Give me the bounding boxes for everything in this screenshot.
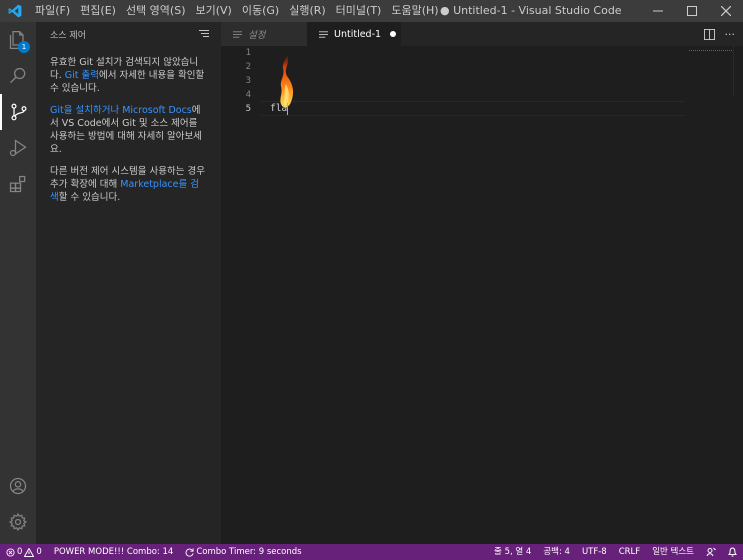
activity-bar: 1: [0, 22, 36, 544]
combo-timer-text: Combo Timer: 9 seconds: [196, 547, 302, 557]
explorer-button[interactable]: 1: [0, 22, 36, 58]
warning-count: 0: [36, 547, 42, 557]
window-controls: [641, 0, 743, 22]
menu-run[interactable]: 실행(R): [284, 0, 330, 22]
line-number-current: 5: [245, 104, 251, 114]
unsaved-dot-icon[interactable]: [390, 31, 397, 37]
settings-gear-icon: [8, 512, 28, 532]
sidebar-header: 소스 제어: [36, 22, 221, 46]
status-bar: 0 0 POWER MODE!!! Combo: 14 Combo Timer:…: [0, 544, 743, 560]
menu-file[interactable]: 파일(F): [30, 0, 75, 22]
maximize-icon: [687, 6, 697, 16]
menu-selection[interactable]: 선택 영역(S): [121, 0, 191, 22]
source-control-icon: [11, 103, 27, 121]
more-actions-ellipsis-icon[interactable]: ···: [725, 28, 736, 41]
search-button[interactable]: [0, 58, 36, 94]
account-icon: [9, 477, 27, 495]
menu-go[interactable]: 이동(G): [237, 0, 284, 22]
line-number: 3: [245, 76, 251, 86]
problems-status[interactable]: 0 0: [0, 544, 48, 560]
manage-button[interactable]: [0, 504, 36, 540]
tab-settings-label: 설정: [248, 30, 266, 41]
eol-status[interactable]: CRLF: [613, 544, 646, 560]
git-not-found-message: 유효한 Git 설치가 검색되지 않았습니다. Git 출력에서 자세한 내용을…: [50, 56, 207, 95]
vertical-scrollbar[interactable]: [733, 46, 743, 96]
notifications-button[interactable]: [722, 544, 743, 560]
extensions-icon: [9, 175, 26, 193]
language-mode-status[interactable]: 일반 텍스트: [646, 544, 700, 560]
more-actions-icon[interactable]: [199, 29, 209, 39]
search-icon: [10, 67, 26, 84]
install-git-link[interactable]: Git을 설치하거나 Microsoft Docs: [50, 105, 192, 116]
menu-bar: 파일(F) 편집(E) 선택 영역(S) 보기(V) 이동(G) 실행(R) 터…: [30, 0, 444, 22]
sidebar-title: 소스 제어: [50, 30, 86, 41]
typed-text: fla: [270, 103, 288, 114]
extensions-button[interactable]: [0, 166, 36, 202]
warning-icon: [24, 547, 35, 557]
split-editor-icon[interactable]: [703, 28, 715, 40]
install-git-message: Git을 설치하거나 Microsoft Docs에서 VS Code에서 Gi…: [50, 104, 207, 156]
source-control-sidebar: 소스 제어 유효한 Git 설치가 검색되지 않았습니다. Git 출력에서 자…: [36, 22, 221, 544]
run-debug-button[interactable]: [0, 130, 36, 166]
close-button[interactable]: [709, 0, 743, 22]
settings-file-icon: [233, 30, 242, 38]
power-mode-combo[interactable]: POWER MODE!!! Combo: 14: [48, 544, 179, 560]
editor-area[interactable]: 1 2 3 4 5 fla: [221, 46, 743, 544]
close-icon: [721, 6, 731, 16]
maximize-button[interactable]: [675, 0, 709, 22]
status-bar-right: 줄 5, 열 4 공백: 4 UTF-8 CRLF 일반 텍스트: [488, 544, 743, 560]
encoding-status[interactable]: UTF-8: [576, 544, 613, 560]
accounts-button[interactable]: [0, 468, 36, 504]
tab-untitled-1[interactable]: Untitled-1: [307, 22, 401, 46]
tab-settings[interactable]: 설정: [221, 22, 307, 46]
feedback-icon: [706, 547, 716, 557]
minimize-icon: [653, 10, 663, 12]
window-title: ● Untitled-1 - Visual Studio Code: [440, 4, 622, 17]
menu-terminal[interactable]: 터미널(T): [331, 0, 387, 22]
git-output-link[interactable]: Git 출력: [65, 70, 99, 81]
run-debug-icon: [9, 139, 27, 157]
indentation-status[interactable]: 공백: 4: [537, 544, 576, 560]
menu-edit[interactable]: 편집(E): [75, 0, 121, 22]
menu-help[interactable]: 도움말(H): [386, 0, 443, 22]
current-line-highlight: [261, 101, 685, 116]
vscode-logo-icon: [4, 0, 26, 22]
bell-icon: [728, 547, 737, 557]
minimize-button[interactable]: [641, 0, 675, 22]
sidebar-welcome: 유효한 Git 설치가 검색되지 않았습니다. Git 출력에서 자세한 내용을…: [36, 46, 221, 204]
source-control-button[interactable]: [0, 94, 36, 130]
line-number: 1: [245, 48, 251, 58]
error-count: 0: [17, 547, 23, 557]
marketplace-message: 다른 버전 제어 시스템을 사용하는 경우 추가 확장에 대해 Marketpl…: [50, 165, 207, 204]
menu-view[interactable]: 보기(V): [190, 0, 236, 22]
text-file-icon: [319, 30, 328, 38]
editor-actions: ···: [703, 22, 736, 46]
sync-icon: [185, 547, 194, 557]
line-number: 2: [245, 62, 251, 72]
text-cursor: [287, 102, 289, 115]
error-icon: [6, 547, 15, 557]
line-5-text[interactable]: fla: [270, 102, 289, 116]
line-number: 4: [245, 90, 251, 100]
title-bar: 파일(F) 편집(E) 선택 영역(S) 보기(V) 이동(G) 실행(R) 터…: [0, 0, 743, 22]
feedback-button[interactable]: [700, 544, 722, 560]
explorer-badge: 1: [18, 41, 30, 53]
minimap[interactable]: [689, 50, 734, 51]
tab-untitled-label: Untitled-1: [334, 28, 382, 40]
marketplace-text-end: 할 수 있습니다.: [58, 192, 121, 203]
cursor-position-status[interactable]: 줄 5, 열 4: [488, 544, 537, 560]
editor-tabs: 설정 Untitled-1 ···: [221, 22, 743, 46]
combo-timer-status[interactable]: Combo Timer: 9 seconds: [179, 544, 307, 560]
